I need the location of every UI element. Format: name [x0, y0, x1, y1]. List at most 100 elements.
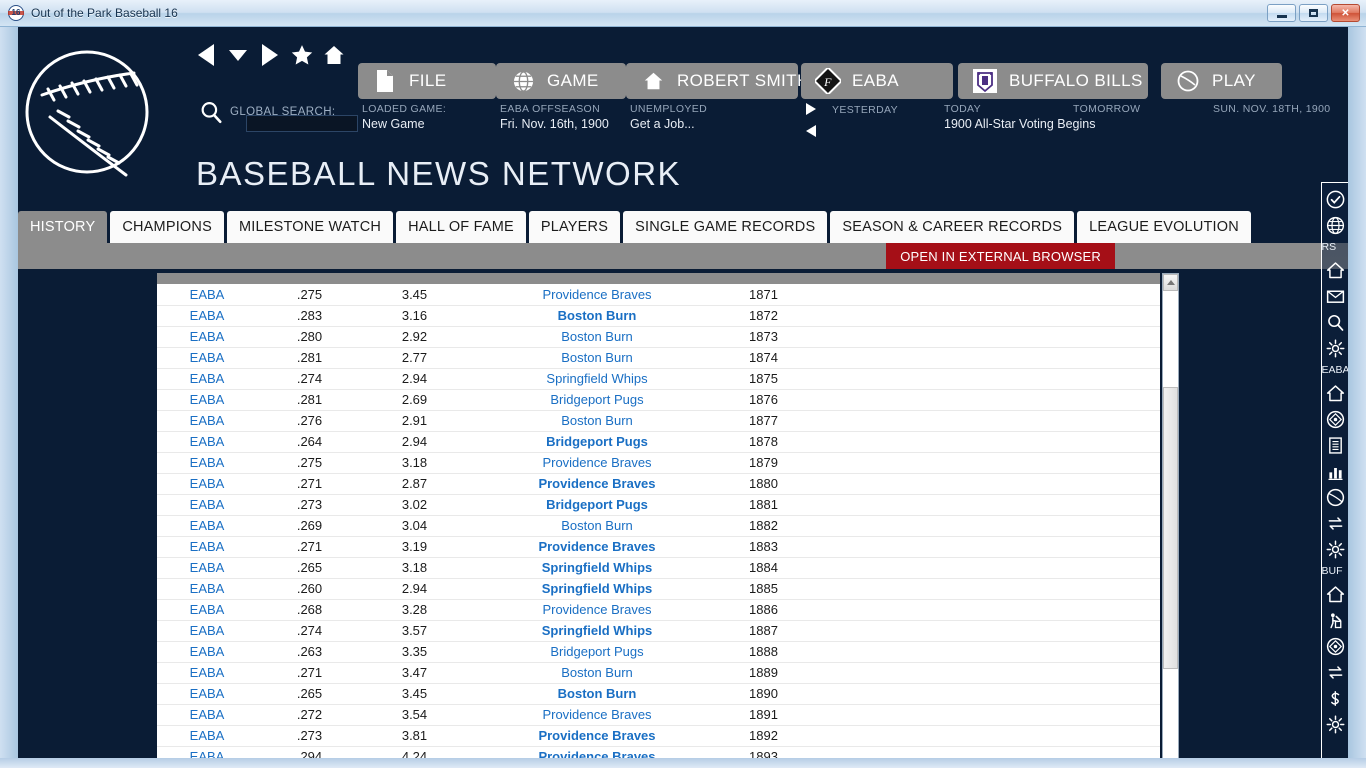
- cell-champion[interactable]: Springfield Whips: [467, 620, 727, 642]
- cell-champion[interactable]: Providence Braves: [467, 704, 727, 726]
- rail-home-icon[interactable]: [1323, 381, 1347, 405]
- table-row[interactable]: EABA .269 3.04 Boston Burn 1882: [157, 515, 1160, 537]
- cell-champion[interactable]: Providence Braves: [467, 473, 727, 495]
- close-button[interactable]: ✕: [1331, 4, 1360, 22]
- table-row[interactable]: EABA .272 3.54 Providence Braves 1891: [157, 704, 1160, 726]
- cell-league[interactable]: EABA: [157, 389, 257, 411]
- table-row[interactable]: EABA .264 2.94 Bridgeport Pugs 1878: [157, 431, 1160, 453]
- table-scrollbar[interactable]: [1162, 273, 1179, 758]
- table-row[interactable]: EABA .280 2.92 Boston Burn 1873: [157, 326, 1160, 348]
- cell-league[interactable]: EABA: [157, 326, 257, 348]
- menu-button-team[interactable]: BUFFALO BILLS: [958, 63, 1148, 99]
- cell-champion[interactable]: Springfield Whips: [467, 557, 727, 579]
- favorites-button[interactable]: [286, 38, 318, 72]
- cell-league[interactable]: EABA: [157, 410, 257, 432]
- cell-champion[interactable]: Providence Braves: [467, 599, 727, 621]
- cell-champion[interactable]: Boston Burn: [467, 683, 727, 705]
- menu-button-file[interactable]: FILE: [358, 63, 496, 99]
- cell-champion[interactable]: Providence Braves: [467, 536, 727, 558]
- menu-button-manager[interactable]: ROBERT SMITH: [626, 63, 809, 99]
- cell-league[interactable]: EABA: [157, 557, 257, 579]
- cell-league[interactable]: EABA: [157, 431, 257, 453]
- cell-league[interactable]: EABA: [157, 662, 257, 684]
- cell-league[interactable]: EABA: [157, 725, 257, 747]
- cell-league[interactable]: EABA: [157, 578, 257, 600]
- cell-league[interactable]: EABA: [157, 599, 257, 621]
- tab-players[interactable]: PLAYERS: [528, 211, 621, 243]
- cell-champion[interactable]: Providence Braves: [467, 284, 727, 306]
- table-row[interactable]: EABA .283 3.16 Boston Burn 1872: [157, 305, 1160, 327]
- cell-league[interactable]: EABA: [157, 452, 257, 474]
- rail-bar-chart-icon[interactable]: [1323, 459, 1347, 483]
- menu-button-play[interactable]: PLAY: [1161, 63, 1282, 99]
- rail-target-icon[interactable]: [1323, 634, 1347, 658]
- cell-league[interactable]: EABA: [157, 620, 257, 642]
- table-row[interactable]: EABA .275 3.45 Providence Braves 1871: [157, 284, 1160, 306]
- nav-home-button[interactable]: [318, 38, 350, 72]
- cell-champion[interactable]: Providence Braves: [467, 725, 727, 747]
- cell-league[interactable]: EABA: [157, 515, 257, 537]
- tab-milestone-watch[interactable]: MILESTONE WATCH: [226, 211, 394, 243]
- cell-league[interactable]: EABA: [157, 347, 257, 369]
- rail-check-circle-icon[interactable]: [1323, 187, 1347, 211]
- rail-home-icon[interactable]: [1323, 258, 1347, 282]
- rail-dollar-icon[interactable]: [1323, 686, 1347, 710]
- global-search-input[interactable]: [246, 115, 358, 132]
- cell-champion[interactable]: Providence Braves: [467, 452, 727, 474]
- scrollbar-thumb[interactable]: [1163, 387, 1178, 669]
- table-row[interactable]: EABA .281 2.69 Bridgeport Pugs 1876: [157, 389, 1160, 411]
- table-row[interactable]: EABA .273 3.81 Providence Braves 1892: [157, 725, 1160, 747]
- cell-champion[interactable]: Bridgeport Pugs: [467, 431, 727, 453]
- cell-champion[interactable]: Bridgeport Pugs: [467, 641, 727, 663]
- rail-home-icon[interactable]: [1323, 582, 1347, 606]
- scroll-up-button[interactable]: [1163, 274, 1178, 291]
- menu-button-league[interactable]: F EABA: [801, 63, 953, 99]
- open-in-external-browser-button[interactable]: OPEN IN EXTERNAL BROWSER: [886, 243, 1115, 269]
- table-row[interactable]: EABA .274 2.94 Springfield Whips 1875: [157, 368, 1160, 390]
- cell-league[interactable]: EABA: [157, 683, 257, 705]
- table-row[interactable]: EABA .271 2.87 Providence Braves 1880: [157, 473, 1160, 495]
- table-row[interactable]: EABA .263 3.35 Bridgeport Pugs 1888: [157, 641, 1160, 663]
- cell-champion[interactable]: Boston Burn: [467, 347, 727, 369]
- table-row[interactable]: EABA .273 3.02 Bridgeport Pugs 1881: [157, 494, 1160, 516]
- cell-league[interactable]: EABA: [157, 704, 257, 726]
- maximize-button[interactable]: [1299, 4, 1328, 22]
- cell-league[interactable]: EABA: [157, 368, 257, 390]
- status-employment-value[interactable]: Get a Job...: [630, 117, 707, 131]
- table-row[interactable]: EABA .271 3.19 Providence Braves 1883: [157, 536, 1160, 558]
- table-row[interactable]: EABA .274 3.57 Springfield Whips 1887: [157, 620, 1160, 642]
- table-row[interactable]: EABA .260 2.94 Springfield Whips 1885: [157, 578, 1160, 600]
- menu-button-game[interactable]: GAME: [496, 63, 626, 99]
- rail-transfer-icon[interactable]: [1323, 511, 1347, 535]
- cell-champion[interactable]: Springfield Whips: [467, 578, 727, 600]
- cell-league[interactable]: EABA: [157, 305, 257, 327]
- table-row[interactable]: EABA .265 3.18 Springfield Whips 1884: [157, 557, 1160, 579]
- nav-history-dropdown[interactable]: [222, 38, 254, 72]
- tab-single-game-records[interactable]: SINGLE GAME RECORDS: [623, 211, 828, 243]
- day-yesterday-label[interactable]: YESTERDAY: [832, 104, 898, 116]
- rail-target-icon[interactable]: [1323, 407, 1347, 431]
- rail-mail-icon[interactable]: [1323, 284, 1347, 308]
- rail-gear-icon[interactable]: [1323, 712, 1347, 736]
- rail-document-icon[interactable]: [1323, 433, 1347, 457]
- day-next-button[interactable]: [806, 125, 816, 137]
- cell-champion[interactable]: Providence Braves: [467, 746, 727, 758]
- cell-champion[interactable]: Boston Burn: [467, 410, 727, 432]
- tab-history[interactable]: HISTORY: [18, 211, 108, 243]
- table-row[interactable]: EABA .281 2.77 Boston Burn 1874: [157, 347, 1160, 369]
- tab-hall-of-fame[interactable]: HALL OF FAME: [396, 211, 526, 243]
- cell-league[interactable]: EABA: [157, 641, 257, 663]
- tab-champions[interactable]: CHAMPIONS: [110, 211, 224, 243]
- cell-league[interactable]: EABA: [157, 284, 257, 306]
- cell-champion[interactable]: Bridgeport Pugs: [467, 389, 727, 411]
- rail-transfer-icon[interactable]: [1323, 660, 1347, 684]
- day-prev-button[interactable]: [806, 103, 816, 115]
- table-row[interactable]: EABA .294 4.24 Providence Braves 1893: [157, 746, 1160, 758]
- table-row[interactable]: EABA .275 3.18 Providence Braves 1879: [157, 452, 1160, 474]
- minimize-button[interactable]: [1267, 4, 1296, 22]
- cell-league[interactable]: EABA: [157, 536, 257, 558]
- rail-baseball-icon[interactable]: [1323, 485, 1347, 509]
- cell-champion[interactable]: Boston Burn: [467, 662, 727, 684]
- search-button[interactable]: [194, 95, 228, 129]
- rail-gear-icon[interactable]: [1323, 336, 1347, 360]
